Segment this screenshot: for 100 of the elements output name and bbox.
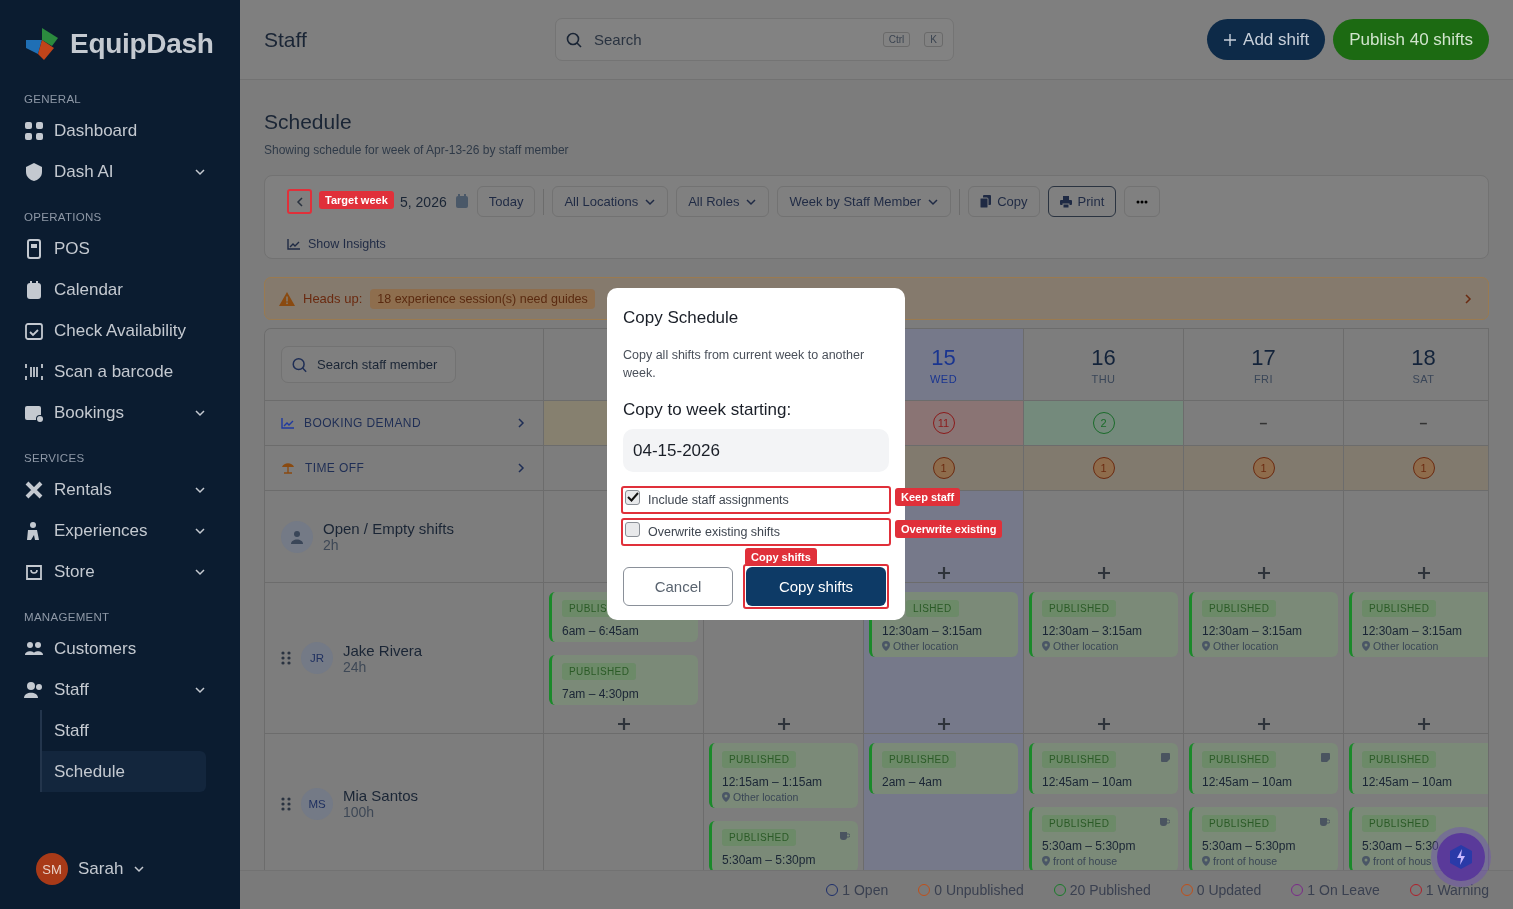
today-button[interactable]: Today	[476, 186, 536, 217]
shift-time: 5:30am – 5:30pm	[722, 853, 817, 867]
shift-card[interactable]: PUBLISHED 5:30am – 5:30pm	[709, 821, 858, 870]
section-title: MANAGEMENT	[23, 610, 111, 625]
shift-card[interactable]: PUBLISHED 12:45am – 10am	[1029, 743, 1178, 794]
filter-dropdown[interactable]: Week by Staff Member	[777, 186, 952, 217]
staff-name: Open / Empty shifts	[323, 520, 454, 537]
sidebar-item[interactable]: Check Availability	[24, 310, 206, 351]
insights-link[interactable]: Show Insights	[308, 237, 386, 251]
status-count: 0 Unpublished	[934, 882, 1024, 898]
shift-card[interactable]: PUBLISHED 12:45am – 10am	[1189, 743, 1338, 794]
status-count: 20 Published	[1069, 882, 1151, 898]
row-title[interactable]: BOOKING DEMAND	[304, 416, 421, 430]
shift-time: 5:30am – 5:30	[1362, 839, 1440, 853]
add-shift-button[interactable]: Add shift	[1207, 19, 1326, 60]
sidebar-item[interactable]: Store	[24, 551, 206, 592]
shift-time: 12:45am – 10am	[1042, 775, 1134, 789]
staff-hours: 24h	[343, 658, 368, 675]
date-field[interactable]: 04-15-2026	[623, 429, 889, 472]
staff-search-input[interactable]: Search staff member	[315, 356, 445, 373]
empty-marker: –	[1419, 415, 1428, 431]
shortcut-key: Ctrl	[882, 32, 911, 47]
annotation-label: Overwrite existing	[895, 520, 1003, 538]
shift-location: Other location	[1053, 640, 1119, 652]
notice-badge: 18 experience session(s) need guides	[370, 288, 595, 309]
sidebar-item[interactable]: Dashboard	[24, 110, 206, 151]
staff-hours: 2h	[323, 537, 340, 553]
shift-card[interactable]: PUBLISHED 12:15am – 1:15am Other location	[709, 743, 858, 808]
shift-time: 12:30am – 3:15am	[1362, 624, 1464, 638]
cancel-button[interactable]: Cancel	[623, 567, 733, 606]
weekday-label: SAT	[1412, 372, 1435, 385]
shift-card[interactable]: PUBLISHED 5:30am – 5:30pm front of house	[1189, 807, 1338, 870]
count-badge: 1	[1412, 457, 1435, 479]
shift-time: 2am – 4am	[882, 775, 944, 789]
brand-name: EquipDash	[70, 28, 214, 60]
checkbox-option[interactable]: Overwrite existing shifts	[623, 520, 780, 544]
section-title: SERVICES	[23, 451, 86, 466]
annotation-label: Copy shifts	[745, 548, 817, 566]
copy-button[interactable]: Copy	[968, 186, 1040, 217]
status-badge: PUBLISHED	[1362, 600, 1437, 617]
page-heading: Staff	[264, 27, 308, 52]
filter-dropdown[interactable]: All Roles	[676, 186, 770, 217]
staff-avatar: MS	[301, 787, 333, 820]
sidebar-item[interactable]: Customers	[24, 628, 206, 669]
shift-time: 12:30am – 3:15am	[882, 624, 984, 638]
shift-card[interactable]: PUBLISHED 12:45am – 10am	[1349, 743, 1488, 794]
weekday-label: THU	[1091, 372, 1116, 385]
sidebar-item[interactable]: Bookings	[24, 392, 206, 433]
dialog-title: Copy Schedule	[623, 308, 740, 328]
shift-location: Other location	[733, 791, 799, 803]
status-count: 1 On Leave	[1307, 882, 1380, 898]
sidebar-item[interactable]: Rentals	[24, 469, 206, 510]
status-badge: PUBLISHED	[562, 663, 637, 680]
staff-search-field[interactable]: Search staff member	[281, 346, 456, 383]
sidebar-item[interactable]: Staff	[24, 669, 206, 710]
shift-card[interactable]: PUBLISHED 12:30am – 3:15am Other location	[1029, 592, 1178, 657]
shift-card[interactable]: PUBLISHED 5:30am – 5:30pm front of house	[1029, 807, 1178, 870]
sidebar-item[interactable]: Experiences	[24, 510, 206, 551]
shift-location: front of hous	[1373, 855, 1432, 867]
sidebar-subitem[interactable]: Staff	[42, 710, 206, 751]
shortcut-key: K	[924, 32, 943, 47]
user-name[interactable]: Sarah	[78, 859, 124, 879]
status-count: 0 Updated	[1196, 882, 1262, 898]
section-title: GENERAL	[23, 92, 83, 107]
shift-card[interactable]: PUBLISHED 12:30am – 3:15am Other location	[1349, 592, 1488, 657]
section-heading: Schedule	[264, 110, 353, 134]
shift-time: 12:45am – 10am	[1362, 775, 1454, 789]
shift-time: 12:30am – 3:15am	[1042, 624, 1144, 638]
notice-label: Heads up:	[303, 291, 363, 306]
status-badge: LISHED	[906, 600, 959, 617]
day-number: 17	[1251, 344, 1276, 371]
shift-card[interactable]: PUBLISHED 7am – 4:30pm	[549, 655, 698, 705]
shift-card[interactable]: PUBLISHED 2am – 4am	[869, 743, 1018, 794]
staff-name: Mia Santos	[343, 787, 419, 804]
print-button[interactable]: Print	[1047, 186, 1117, 217]
status-badge: PUBLISHED	[1202, 815, 1277, 832]
shift-card[interactable]: PUBLISHED 12:30am – 3:15am Other location	[1189, 592, 1338, 657]
staff-hours: 100h	[343, 804, 376, 820]
weekday-label: WED	[929, 372, 958, 385]
count-badge: 1	[932, 457, 955, 479]
sidebar-subitem[interactable]: Schedule	[42, 751, 206, 792]
count-badge: 1	[1092, 457, 1115, 479]
copy-shifts-button[interactable]: Copy shifts	[746, 567, 886, 606]
row-title[interactable]: TIME OFF	[305, 461, 365, 475]
filter-dropdown[interactable]: All Locations	[552, 186, 669, 217]
weekday-label: FRI	[1253, 372, 1274, 385]
shift-card[interactable]: LISHED 12:30am – 3:15am Other location	[869, 592, 1018, 657]
status-badge: PUBLISHED	[1202, 600, 1277, 617]
search-input[interactable]: Search	[592, 30, 869, 49]
publish-button[interactable]: Publish 40 shifts	[1333, 19, 1489, 60]
sidebar-item[interactable]: Dash AI	[24, 151, 206, 192]
status-count: 1 Warning	[1425, 882, 1489, 898]
sidebar-item[interactable]: Calendar	[24, 269, 206, 310]
sidebar-item[interactable]: POS	[24, 228, 206, 269]
checkbox-option[interactable]: Include staff assignments	[623, 488, 789, 512]
count-badge: 1	[1252, 457, 1275, 479]
search-bar[interactable]: Search Ctrl K	[555, 18, 954, 61]
shift-time: 12:45am – 10am	[1202, 775, 1294, 789]
sidebar-item[interactable]: Scan a barcode	[24, 351, 206, 392]
staff-name: Jake Rivera	[343, 641, 423, 659]
